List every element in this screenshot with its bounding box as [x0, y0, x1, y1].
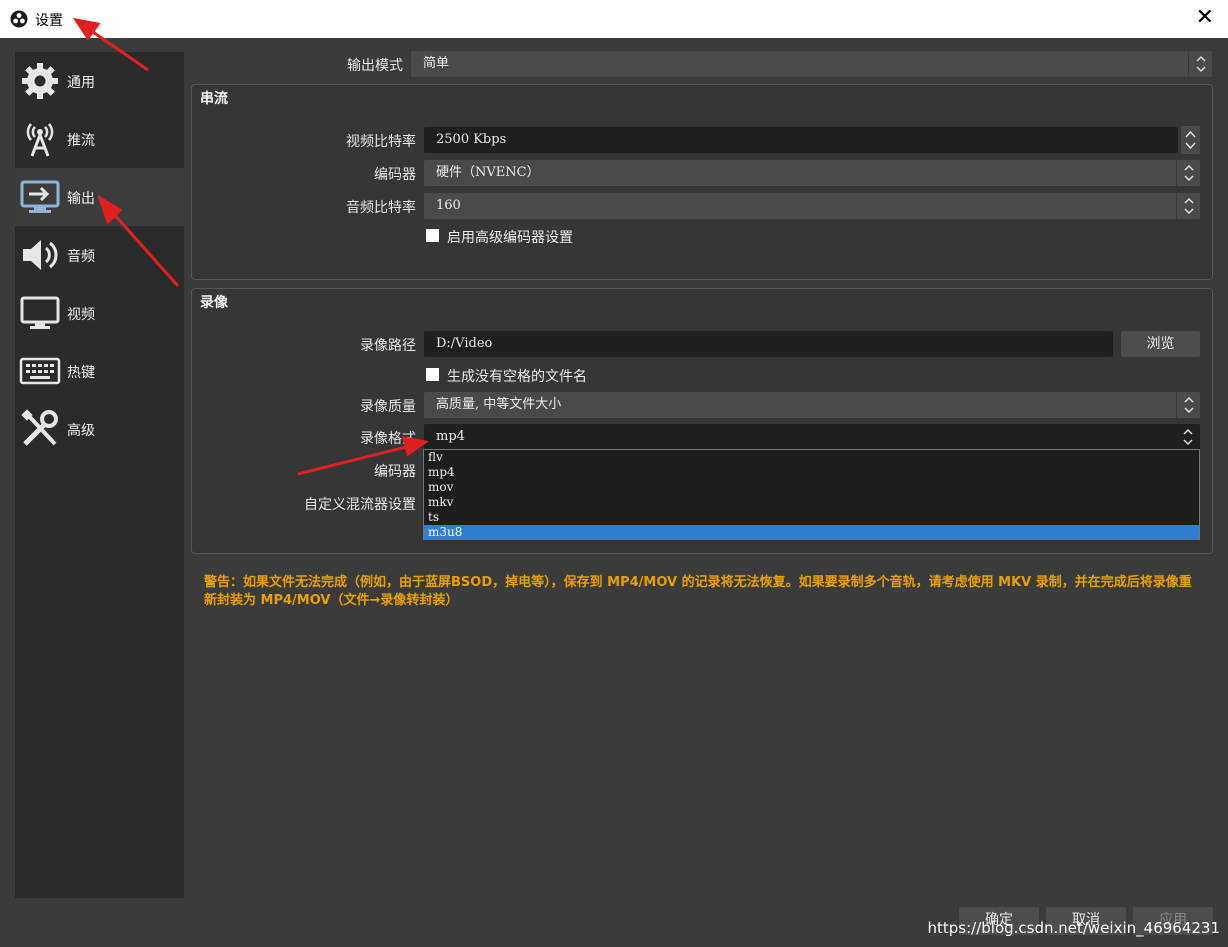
arrowhead-format: [401, 436, 429, 457]
annotation-arrows: [72, 17, 429, 476]
arrow-to-output: [110, 211, 180, 287]
arrowhead-title: [72, 17, 101, 41]
arrow-to-format: [297, 444, 411, 476]
arrow-to-title: [89, 28, 149, 72]
